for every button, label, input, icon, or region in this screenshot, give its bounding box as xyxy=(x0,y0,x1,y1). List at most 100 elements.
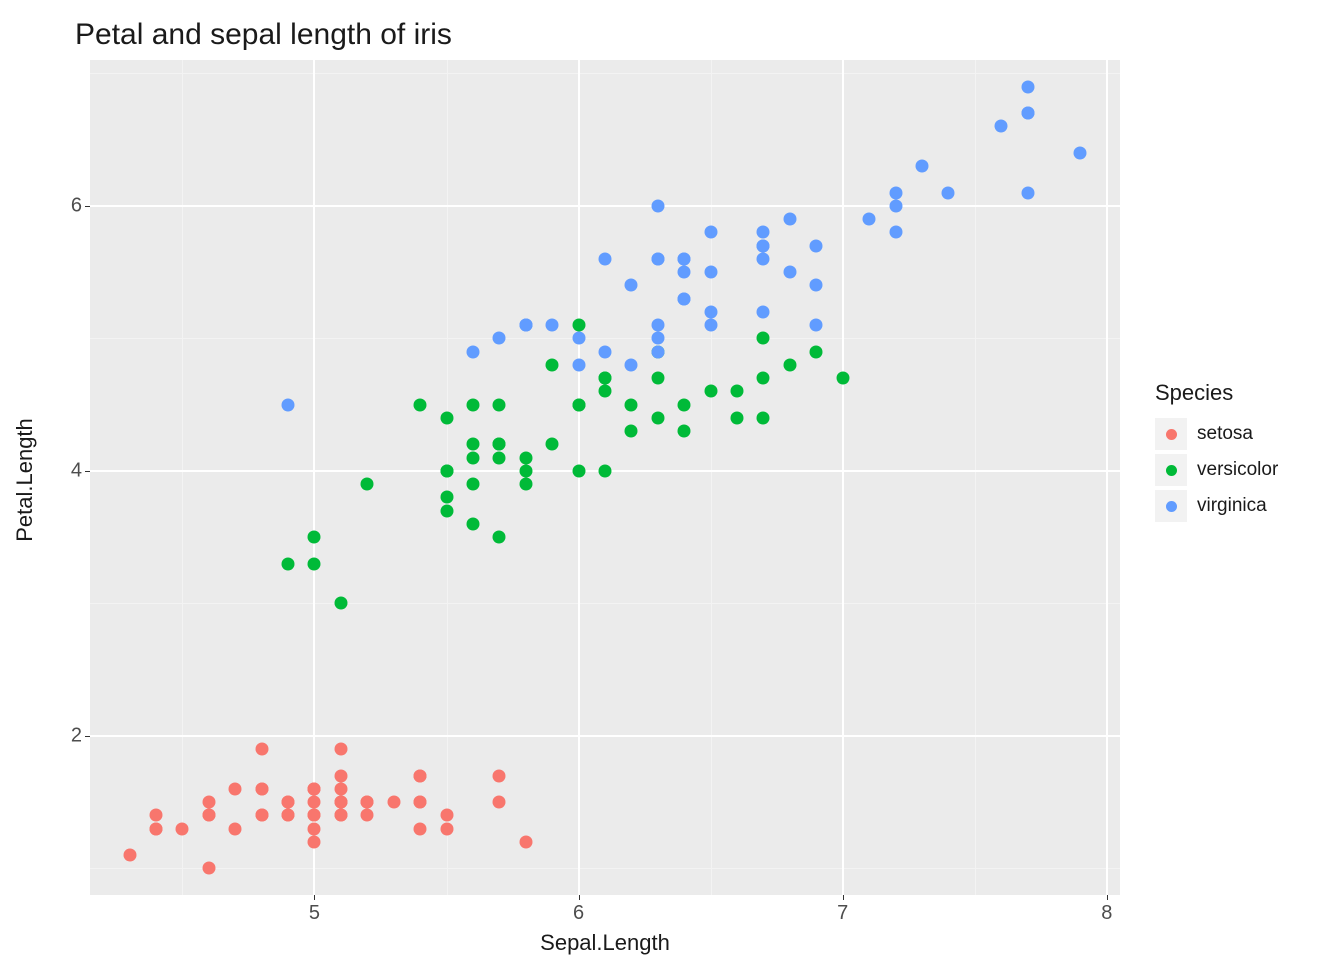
data-point xyxy=(651,345,664,358)
data-point xyxy=(678,252,691,265)
grid-major-v xyxy=(578,60,580,895)
data-point xyxy=(757,252,770,265)
legend-key-setosa xyxy=(1155,418,1187,450)
data-point xyxy=(493,451,506,464)
data-point xyxy=(1021,80,1034,93)
x-tick-label: 5 xyxy=(309,902,320,925)
legend-label: versicolor xyxy=(1197,459,1278,481)
data-point xyxy=(361,796,374,809)
data-point xyxy=(361,478,374,491)
data-point xyxy=(889,199,902,212)
data-point xyxy=(572,398,585,411)
data-point xyxy=(519,451,532,464)
plot-panel xyxy=(90,60,1120,895)
grid-minor-h xyxy=(90,603,1120,604)
x-tick-mark xyxy=(579,895,580,900)
data-point xyxy=(678,292,691,305)
data-point xyxy=(757,411,770,424)
data-point xyxy=(466,517,479,530)
data-point xyxy=(123,849,136,862)
data-point xyxy=(704,385,717,398)
data-point xyxy=(493,398,506,411)
data-point xyxy=(757,372,770,385)
data-point xyxy=(493,531,506,544)
data-point xyxy=(572,358,585,371)
data-point xyxy=(440,809,453,822)
data-point xyxy=(466,345,479,358)
data-point xyxy=(625,279,638,292)
legend: Species setosa versicolor virginica xyxy=(1155,380,1335,524)
data-point xyxy=(493,438,506,451)
x-tick-mark xyxy=(1107,895,1108,900)
data-point xyxy=(176,822,189,835)
legend-item-setosa: setosa xyxy=(1155,416,1335,452)
legend-key-versicolor xyxy=(1155,454,1187,486)
data-point xyxy=(599,385,612,398)
data-point xyxy=(150,809,163,822)
x-tick-label: 7 xyxy=(837,902,848,925)
data-point xyxy=(651,332,664,345)
data-point xyxy=(836,372,849,385)
data-point xyxy=(229,822,242,835)
data-point xyxy=(334,743,347,756)
data-point xyxy=(625,358,638,371)
grid-minor-v xyxy=(447,60,448,895)
y-tick-label: 4 xyxy=(60,459,82,482)
data-point xyxy=(651,252,664,265)
data-point xyxy=(599,345,612,358)
data-point xyxy=(255,782,268,795)
chart-container: Petal and sepal length of iris Sepal.Len… xyxy=(0,0,1344,960)
data-point xyxy=(414,769,427,782)
data-point xyxy=(493,796,506,809)
data-point xyxy=(810,239,823,252)
data-point xyxy=(334,809,347,822)
data-point xyxy=(308,835,321,848)
grid-minor-h xyxy=(90,868,1120,869)
data-point xyxy=(757,305,770,318)
data-point xyxy=(150,822,163,835)
data-point xyxy=(889,226,902,239)
data-point xyxy=(414,796,427,809)
circle-icon xyxy=(1166,501,1177,512)
data-point xyxy=(334,796,347,809)
legend-item-virginica: virginica xyxy=(1155,488,1335,524)
chart-title: Petal and sepal length of iris xyxy=(75,18,452,52)
data-point xyxy=(493,332,506,345)
legend-label: setosa xyxy=(1197,423,1253,445)
data-point xyxy=(1074,146,1087,159)
grid-minor-h xyxy=(90,73,1120,74)
legend-item-versicolor: versicolor xyxy=(1155,452,1335,488)
data-point xyxy=(519,835,532,848)
data-point xyxy=(651,411,664,424)
data-point xyxy=(202,796,215,809)
data-point xyxy=(572,332,585,345)
data-point xyxy=(334,782,347,795)
grid-minor-v xyxy=(711,60,712,895)
grid-major-v xyxy=(313,60,315,895)
grid-major-h xyxy=(90,205,1120,207)
data-point xyxy=(440,491,453,504)
data-point xyxy=(915,160,928,173)
data-point xyxy=(757,332,770,345)
x-tick-mark xyxy=(314,895,315,900)
x-tick-mark xyxy=(843,895,844,900)
data-point xyxy=(440,504,453,517)
data-point xyxy=(202,862,215,875)
data-point xyxy=(572,464,585,477)
data-point xyxy=(255,809,268,822)
data-point xyxy=(704,305,717,318)
data-point xyxy=(466,438,479,451)
legend-key-virginica xyxy=(1155,490,1187,522)
data-point xyxy=(255,743,268,756)
circle-icon xyxy=(1166,465,1177,476)
data-point xyxy=(704,266,717,279)
data-point xyxy=(440,822,453,835)
data-point xyxy=(783,213,796,226)
data-point xyxy=(783,358,796,371)
x-axis-label: Sepal.Length xyxy=(0,930,1210,956)
data-point xyxy=(282,398,295,411)
data-point xyxy=(546,438,559,451)
data-point xyxy=(678,425,691,438)
grid-major-v xyxy=(842,60,844,895)
data-point xyxy=(572,319,585,332)
